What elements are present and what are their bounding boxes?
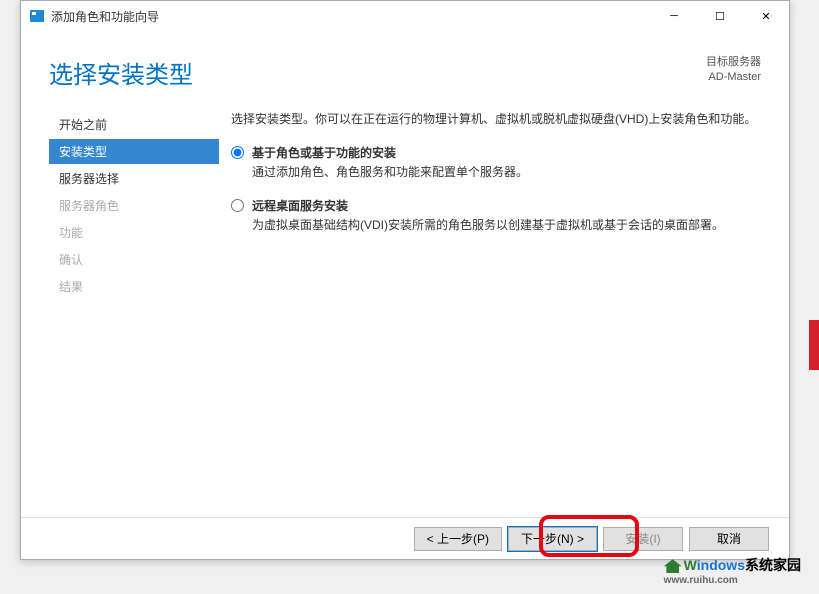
- radio-role-based-title: 基于角色或基于功能的安装: [252, 144, 761, 161]
- radio-role-based-desc: 通过添加角色、角色服务和功能来配置单个服务器。: [252, 163, 761, 181]
- app-icon: [29, 8, 45, 24]
- house-icon: [664, 559, 682, 573]
- radio-rds-desc: 为虚拟桌面基础结构(VDI)安装所需的角色服务以创建基于虚拟机或基于会话的桌面部…: [252, 216, 761, 234]
- close-button[interactable]: ✕: [743, 1, 789, 31]
- radio-role-based[interactable]: 基于角色或基于功能的安装 通过添加角色、角色服务和功能来配置单个服务器。: [231, 144, 761, 181]
- radio-role-based-input[interactable]: [231, 146, 244, 159]
- target-info: 目标服务器 AD-Master: [706, 55, 761, 86]
- minimize-button[interactable]: ─: [651, 1, 697, 31]
- window-title: 添加角色和功能向导: [51, 8, 651, 25]
- cancel-button[interactable]: 取消: [689, 527, 769, 551]
- sidebar-item-results: 结果: [49, 274, 219, 299]
- sidebar-item-confirm: 确认: [49, 247, 219, 272]
- titlebar: 添加角色和功能向导 ─ ☐ ✕: [21, 1, 789, 31]
- install-type-radio-group: 基于角色或基于功能的安装 通过添加角色、角色服务和功能来配置单个服务器。 远程桌…: [231, 144, 761, 234]
- target-label: 目标服务器: [706, 55, 761, 70]
- target-name: AD-Master: [706, 70, 761, 85]
- radio-rds[interactable]: 远程桌面服务安装 为虚拟桌面基础结构(VDI)安装所需的角色服务以创建基于虚拟机…: [231, 197, 761, 234]
- prev-button[interactable]: < 上一步(P): [414, 527, 502, 551]
- intro-text: 选择安装类型。你可以在正在运行的物理计算机、虚拟机或脱机虚拟硬盘(VHD)上安装…: [231, 110, 761, 128]
- header: 选择安装类型 目标服务器 AD-Master: [21, 31, 789, 110]
- sidebar-item-features: 功能: [49, 220, 219, 245]
- page-title: 选择安装类型: [49, 55, 193, 90]
- next-button[interactable]: 下一步(N) >: [508, 527, 597, 551]
- maximize-button[interactable]: ☐: [697, 1, 743, 31]
- sidebar-item-before-begin[interactable]: 开始之前: [49, 112, 219, 137]
- sidebar-item-server-select[interactable]: 服务器选择: [49, 166, 219, 191]
- sidebar-item-install-type[interactable]: 安装类型: [49, 139, 219, 164]
- radio-rds-input[interactable]: [231, 199, 244, 212]
- wizard-dialog: 添加角色和功能向导 ─ ☐ ✕ 选择安装类型 目标服务器 AD-Master 开…: [20, 0, 790, 560]
- main-panel: 选择安装类型。你可以在正在运行的物理计算机、虚拟机或脱机虚拟硬盘(VHD)上安装…: [219, 110, 761, 490]
- sidebar: 开始之前 安装类型 服务器选择 服务器角色 功能 确认 结果: [49, 110, 219, 490]
- install-button: 安装(I): [603, 527, 683, 551]
- radio-rds-title: 远程桌面服务安装: [252, 197, 761, 214]
- watermark: Windows系统家园 www.ruihu.com: [664, 555, 801, 586]
- footer: < 上一步(P) 下一步(N) > 安装(I) 取消: [21, 517, 789, 559]
- sidebar-item-server-roles: 服务器角色: [49, 193, 219, 218]
